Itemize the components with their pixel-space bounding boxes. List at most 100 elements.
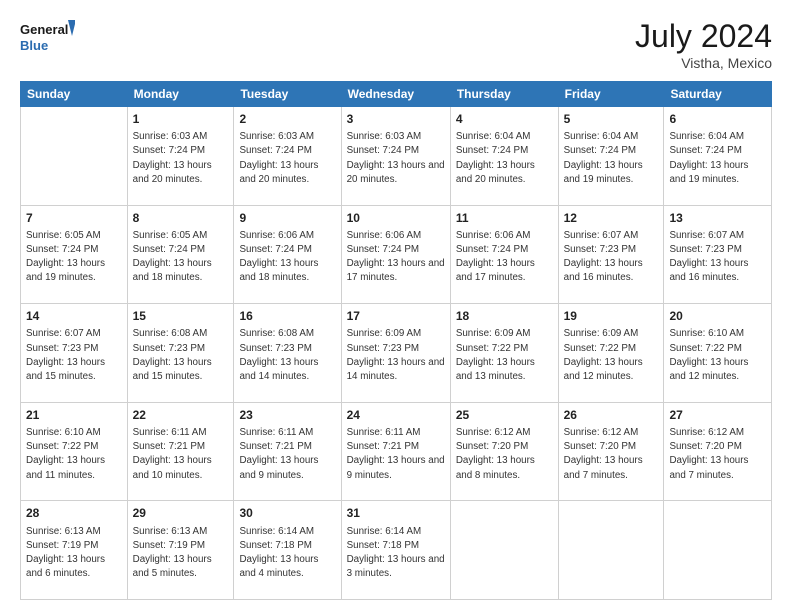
cell-w2-d4: 10 Sunrise: 6:06 AMSunset: 7:24 PMDaylig… [341,205,450,304]
day-info: Sunrise: 6:09 AMSunset: 7:22 PMDaylight:… [564,328,643,382]
cell-w4-d1: 21 Sunrise: 6:10 AMSunset: 7:22 PMDaylig… [21,402,128,501]
day-info: Sunrise: 6:03 AMSunset: 7:24 PMDaylight:… [347,131,445,185]
cell-w2-d7: 13 Sunrise: 6:07 AMSunset: 7:23 PMDaylig… [664,205,772,304]
day-info: Sunrise: 6:07 AMSunset: 7:23 PMDaylight:… [669,230,748,284]
day-number: 17 [347,308,445,324]
day-info: Sunrise: 6:07 AMSunset: 7:23 PMDaylight:… [564,230,643,284]
day-info: Sunrise: 6:11 AMSunset: 7:21 PMDaylight:… [239,427,318,481]
cell-w5-d6 [558,501,664,600]
cell-w4-d3: 23 Sunrise: 6:11 AMSunset: 7:21 PMDaylig… [234,402,341,501]
cell-w2-d3: 9 Sunrise: 6:06 AMSunset: 7:24 PMDayligh… [234,205,341,304]
day-number: 18 [456,308,553,324]
day-number: 2 [239,111,335,127]
cell-w1-d6: 5 Sunrise: 6:04 AMSunset: 7:24 PMDayligh… [558,107,664,206]
cell-w4-d2: 22 Sunrise: 6:11 AMSunset: 7:21 PMDaylig… [127,402,234,501]
day-number: 8 [133,210,229,226]
day-number: 27 [669,407,766,423]
cell-w3-d4: 17 Sunrise: 6:09 AMSunset: 7:23 PMDaylig… [341,304,450,403]
cell-w2-d2: 8 Sunrise: 6:05 AMSunset: 7:24 PMDayligh… [127,205,234,304]
day-number: 20 [669,308,766,324]
cell-w1-d3: 2 Sunrise: 6:03 AMSunset: 7:24 PMDayligh… [234,107,341,206]
cell-w1-d5: 4 Sunrise: 6:04 AMSunset: 7:24 PMDayligh… [450,107,558,206]
header-monday: Monday [127,82,234,107]
day-info: Sunrise: 6:03 AMSunset: 7:24 PMDaylight:… [239,131,318,185]
day-info: Sunrise: 6:09 AMSunset: 7:23 PMDaylight:… [347,328,445,382]
day-info: Sunrise: 6:13 AMSunset: 7:19 PMDaylight:… [133,526,212,580]
cell-w3-d2: 15 Sunrise: 6:08 AMSunset: 7:23 PMDaylig… [127,304,234,403]
day-number: 29 [133,505,229,521]
month-title: July 2024 [635,18,772,55]
header-thursday: Thursday [450,82,558,107]
day-number: 12 [564,210,659,226]
cell-w5-d7 [664,501,772,600]
day-info: Sunrise: 6:12 AMSunset: 7:20 PMDaylight:… [456,427,535,481]
cell-w2-d5: 11 Sunrise: 6:06 AMSunset: 7:24 PMDaylig… [450,205,558,304]
day-number: 7 [26,210,122,226]
day-info: Sunrise: 6:04 AMSunset: 7:24 PMDaylight:… [669,131,748,185]
day-number: 1 [133,111,229,127]
day-info: Sunrise: 6:10 AMSunset: 7:22 PMDaylight:… [26,427,105,481]
day-info: Sunrise: 6:12 AMSunset: 7:20 PMDaylight:… [564,427,643,481]
header-saturday: Saturday [664,82,772,107]
day-number: 28 [26,505,122,521]
day-info: Sunrise: 6:12 AMSunset: 7:20 PMDaylight:… [669,427,748,481]
day-info: Sunrise: 6:14 AMSunset: 7:18 PMDaylight:… [239,526,318,580]
day-number: 30 [239,505,335,521]
day-number: 15 [133,308,229,324]
day-info: Sunrise: 6:05 AMSunset: 7:24 PMDaylight:… [133,230,212,284]
cell-w3-d1: 14 Sunrise: 6:07 AMSunset: 7:23 PMDaylig… [21,304,128,403]
cell-w3-d3: 16 Sunrise: 6:08 AMSunset: 7:23 PMDaylig… [234,304,341,403]
week-row-1: 1 Sunrise: 6:03 AMSunset: 7:24 PMDayligh… [21,107,772,206]
week-row-5: 28 Sunrise: 6:13 AMSunset: 7:19 PMDaylig… [21,501,772,600]
cell-w2-d6: 12 Sunrise: 6:07 AMSunset: 7:23 PMDaylig… [558,205,664,304]
day-info: Sunrise: 6:08 AMSunset: 7:23 PMDaylight:… [133,328,212,382]
svg-text:Blue: Blue [20,38,48,53]
day-info: Sunrise: 6:14 AMSunset: 7:18 PMDaylight:… [347,526,445,580]
day-info: Sunrise: 6:05 AMSunset: 7:24 PMDaylight:… [26,230,105,284]
week-row-2: 7 Sunrise: 6:05 AMSunset: 7:24 PMDayligh… [21,205,772,304]
day-number: 25 [456,407,553,423]
day-number: 23 [239,407,335,423]
day-number: 21 [26,407,122,423]
header-wednesday: Wednesday [341,82,450,107]
cell-w1-d1 [21,107,128,206]
weekday-header-row: Sunday Monday Tuesday Wednesday Thursday… [21,82,772,107]
cell-w4-d7: 27 Sunrise: 6:12 AMSunset: 7:20 PMDaylig… [664,402,772,501]
day-number: 24 [347,407,445,423]
cell-w4-d4: 24 Sunrise: 6:11 AMSunset: 7:21 PMDaylig… [341,402,450,501]
week-row-4: 21 Sunrise: 6:10 AMSunset: 7:22 PMDaylig… [21,402,772,501]
title-block: July 2024 Vistha, Mexico [635,18,772,71]
day-number: 26 [564,407,659,423]
day-number: 6 [669,111,766,127]
cell-w1-d7: 6 Sunrise: 6:04 AMSunset: 7:24 PMDayligh… [664,107,772,206]
day-info: Sunrise: 6:04 AMSunset: 7:24 PMDaylight:… [456,131,535,185]
page: General Blue July 2024 Vistha, Mexico Su… [0,0,792,612]
day-info: Sunrise: 6:03 AMSunset: 7:24 PMDaylight:… [133,131,212,185]
day-number: 11 [456,210,553,226]
cell-w5-d3: 30 Sunrise: 6:14 AMSunset: 7:18 PMDaylig… [234,501,341,600]
day-info: Sunrise: 6:09 AMSunset: 7:22 PMDaylight:… [456,328,535,382]
cell-w4-d5: 25 Sunrise: 6:12 AMSunset: 7:20 PMDaylig… [450,402,558,501]
cell-w5-d2: 29 Sunrise: 6:13 AMSunset: 7:19 PMDaylig… [127,501,234,600]
day-info: Sunrise: 6:10 AMSunset: 7:22 PMDaylight:… [669,328,748,382]
cell-w1-d2: 1 Sunrise: 6:03 AMSunset: 7:24 PMDayligh… [127,107,234,206]
cell-w5-d5 [450,501,558,600]
day-number: 10 [347,210,445,226]
header: General Blue July 2024 Vistha, Mexico [20,18,772,71]
logo: General Blue [20,18,75,56]
header-tuesday: Tuesday [234,82,341,107]
day-number: 14 [26,308,122,324]
logo-svg: General Blue [20,18,75,56]
header-sunday: Sunday [21,82,128,107]
day-number: 31 [347,505,445,521]
cell-w5-d4: 31 Sunrise: 6:14 AMSunset: 7:18 PMDaylig… [341,501,450,600]
day-number: 3 [347,111,445,127]
day-number: 13 [669,210,766,226]
week-row-3: 14 Sunrise: 6:07 AMSunset: 7:23 PMDaylig… [21,304,772,403]
cell-w4-d6: 26 Sunrise: 6:12 AMSunset: 7:20 PMDaylig… [558,402,664,501]
cell-w2-d1: 7 Sunrise: 6:05 AMSunset: 7:24 PMDayligh… [21,205,128,304]
day-number: 22 [133,407,229,423]
cell-w3-d6: 19 Sunrise: 6:09 AMSunset: 7:22 PMDaylig… [558,304,664,403]
day-number: 5 [564,111,659,127]
cell-w1-d4: 3 Sunrise: 6:03 AMSunset: 7:24 PMDayligh… [341,107,450,206]
